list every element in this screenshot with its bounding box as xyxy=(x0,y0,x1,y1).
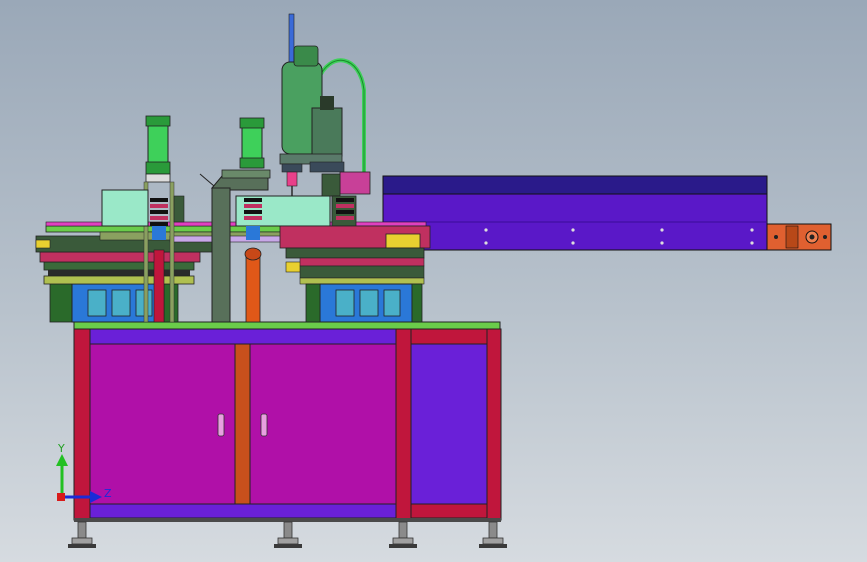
scara-robot xyxy=(279,13,366,196)
cabinet-door-right xyxy=(249,343,397,505)
door-handle-left xyxy=(217,413,225,437)
foot xyxy=(389,521,417,548)
cabinet-left-post xyxy=(73,328,91,521)
cabinet-mid-post xyxy=(395,328,412,521)
foot xyxy=(68,521,96,548)
conveyor-unit xyxy=(382,175,832,251)
cabinet-divider xyxy=(234,343,251,505)
y-axis-label: Y xyxy=(57,442,65,455)
foot xyxy=(479,521,507,548)
bracket-column xyxy=(211,187,231,323)
table-top xyxy=(73,321,501,330)
foot xyxy=(274,521,302,548)
side-panel xyxy=(410,343,488,505)
left-station xyxy=(35,235,227,323)
cabinet xyxy=(73,328,502,522)
x-axis-marker xyxy=(57,493,65,501)
cabinet-right-post xyxy=(486,328,502,521)
door-handle-right xyxy=(260,413,268,437)
robot-z-rod xyxy=(288,13,295,67)
robot-base xyxy=(311,107,343,157)
z-axis-label: Z xyxy=(104,487,112,500)
leveling-feet xyxy=(68,521,507,548)
conveyor-top-cover xyxy=(382,175,768,195)
cabinet-top-rail xyxy=(89,328,397,345)
machine-drawing: Y Z xyxy=(35,13,832,548)
cabinet-door-left xyxy=(89,343,236,505)
orange-upright xyxy=(245,253,261,323)
